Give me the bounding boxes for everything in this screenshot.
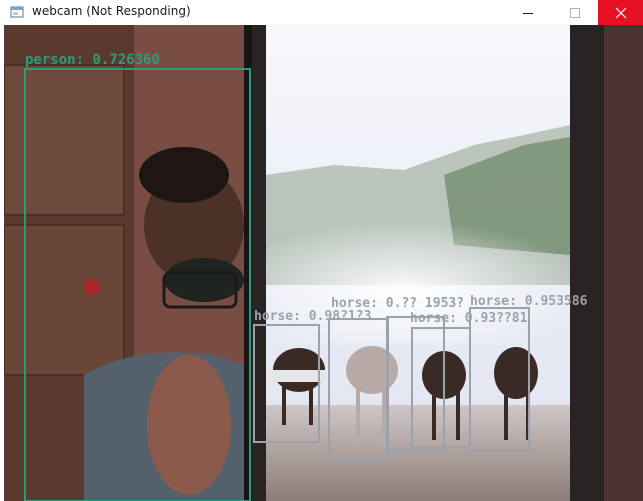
close-button[interactable]: [598, 0, 643, 25]
app-window-icon: [10, 4, 24, 18]
horse-bounding-box: [386, 316, 445, 451]
maximize-button[interactable]: [551, 0, 598, 25]
close-icon: [615, 7, 626, 18]
minimize-icon: [522, 12, 533, 14]
detection-overlay: [24, 68, 530, 501]
window-title: webcam (Not Responding): [32, 4, 191, 18]
person-detection-label: person: 0.726360: [25, 52, 160, 68]
app-window: webcam (Not Responding) person: 0.726360…: [0, 0, 643, 501]
horse-detection-label: horse: 0.953586: [470, 294, 588, 309]
horse-detection-label: horse: 0.98?1?3: [254, 309, 372, 324]
title-bar[interactable]: webcam (Not Responding): [0, 0, 643, 25]
horse-bounding-box: [469, 307, 530, 452]
horse-detection-label: horse: 0.?? 1953?: [331, 296, 465, 311]
webcam-frame: person: 0.726360 horse: 0.98?1?3 horse: …: [4, 25, 643, 501]
maximize-icon: [569, 7, 580, 18]
horse-bounding-box: [253, 324, 320, 443]
horse-bounding-box: [328, 318, 389, 463]
minimize-button[interactable]: [504, 0, 551, 25]
horse-detection-label: horse: 0.93??81: [410, 311, 528, 326]
person-bounding-box: [24, 68, 251, 501]
horse-bounding-box: [411, 327, 471, 448]
